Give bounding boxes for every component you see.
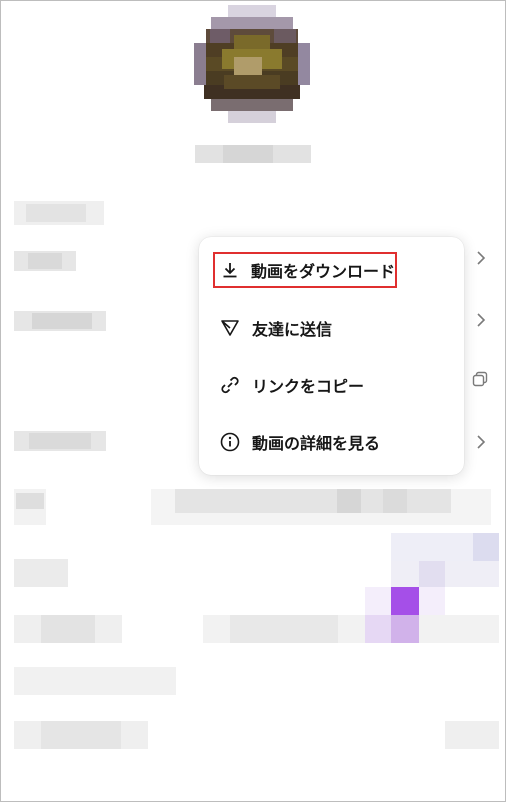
accent-blur [391, 561, 499, 587]
section-label-blur [26, 204, 86, 222]
row-label-blur [16, 493, 44, 509]
username-blur [223, 145, 273, 163]
content-blur [41, 615, 95, 643]
content-blur [230, 615, 338, 643]
chevron-right-icon[interactable] [475, 251, 487, 265]
copy-icon[interactable] [472, 371, 488, 387]
accent-blur [365, 615, 393, 643]
send-to-friend-menu-item[interactable]: 友達に送信 [213, 310, 332, 346]
download-icon [220, 258, 241, 282]
menu-item-label: リンクをコピー [252, 377, 365, 396]
accent-blur [473, 533, 499, 561]
accent-blur [391, 587, 419, 615]
content-blur [41, 721, 121, 749]
info-blur [383, 489, 407, 513]
screen: 動画をダウンロード 友達に送信 リンクをコピー 動画の詳細を見る [0, 0, 506, 802]
menu-item-label: 友達に送信 [252, 320, 333, 339]
context-menu: 動画をダウンロード 友達に送信 リンクをコピー 動画の詳細を見る [199, 237, 464, 475]
content-blur [445, 721, 499, 749]
menu-item-label: 動画をダウンロード [250, 262, 395, 281]
chevron-right-icon[interactable] [475, 435, 487, 449]
row-label-blur [29, 433, 91, 449]
info-blur [337, 489, 361, 513]
copy-link-menu-item[interactable]: リンクをコピー [213, 367, 364, 403]
link-icon [218, 373, 242, 397]
send-icon [218, 316, 242, 340]
content-blur [14, 667, 176, 695]
accent-blur [419, 561, 445, 587]
info-icon [218, 430, 242, 454]
info-blur [175, 489, 451, 513]
video-details-menu-item[interactable]: 動画の詳細を見る [213, 424, 380, 460]
download-video-menu-item[interactable]: 動画をダウンロード [213, 252, 397, 288]
accent-blur [391, 615, 419, 643]
avatar[interactable] [194, 5, 310, 123]
menu-item-label: 動画の詳細を見る [252, 434, 381, 453]
content-blur [14, 559, 68, 587]
chevron-right-icon[interactable] [475, 313, 487, 327]
row-label-blur [32, 313, 92, 329]
row-label-blur [28, 253, 62, 269]
